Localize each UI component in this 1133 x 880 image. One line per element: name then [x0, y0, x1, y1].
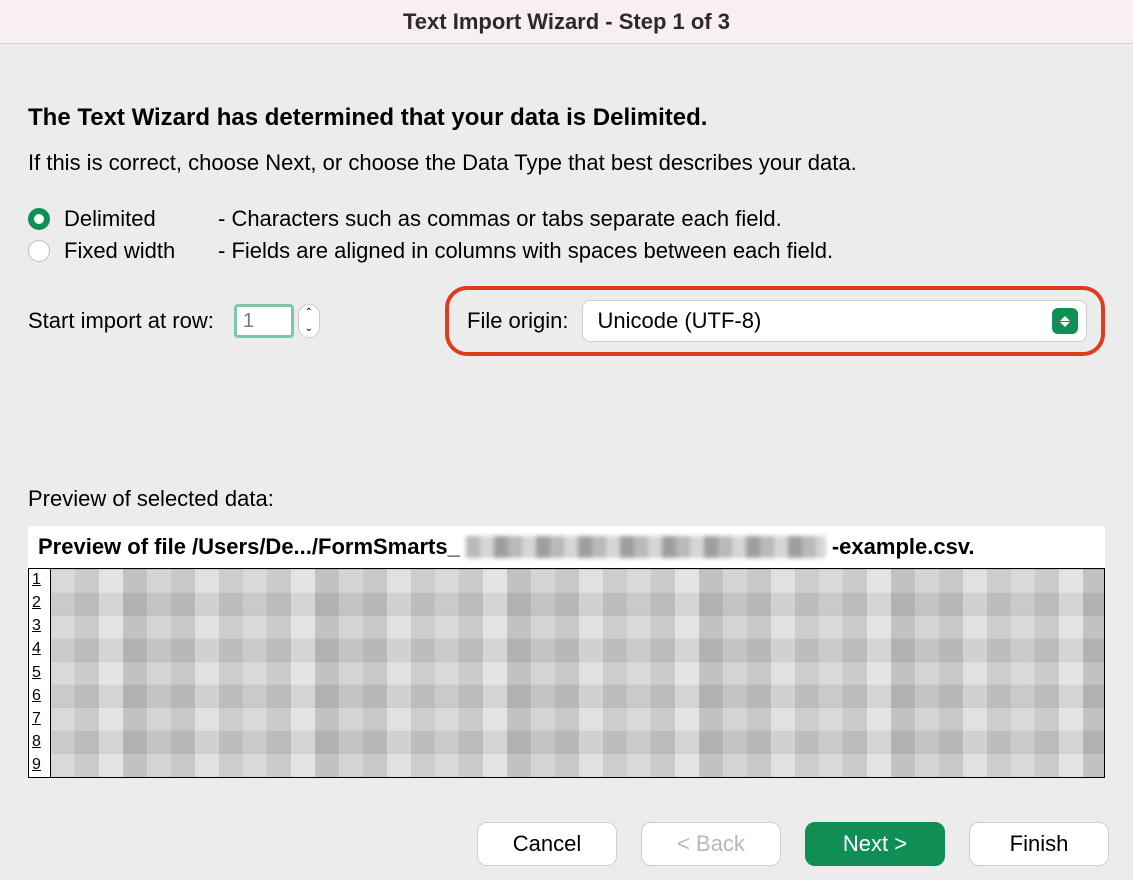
- radio-delimited-label: Delimited: [64, 206, 204, 232]
- next-button[interactable]: Next >: [805, 822, 945, 866]
- radio-fixed-width-desc: - Fields are aligned in columns with spa…: [218, 238, 833, 264]
- row-number: 4: [29, 638, 50, 661]
- window-title: Text Import Wizard - Step 1 of 3: [0, 0, 1133, 44]
- file-origin-value: Unicode (UTF-8): [597, 308, 761, 334]
- radio-delimited-desc: - Characters such as commas or tabs sepa…: [218, 206, 782, 232]
- preview-file-path: Preview of file /Users/De.../FormSmarts_…: [28, 526, 1105, 568]
- back-button: < Back: [641, 822, 781, 866]
- preview-file-prefix: Preview of file /Users/De.../FormSmarts_: [38, 534, 460, 560]
- start-row-input[interactable]: [234, 304, 294, 338]
- file-origin-label: File origin:: [467, 308, 568, 334]
- wizard-heading: The Text Wizard has determined that your…: [28, 104, 1105, 132]
- radio-fixed-width-label: Fixed width: [64, 238, 204, 264]
- row-number: 7: [29, 708, 50, 731]
- stepper-up-icon[interactable]: ⌃: [299, 305, 319, 321]
- row-number: 6: [29, 685, 50, 708]
- preview-label: Preview of selected data:: [28, 486, 1105, 512]
- wizard-subtext: If this is correct, choose Next, or choo…: [28, 150, 1105, 176]
- start-row-stepper[interactable]: ⌃ ⌄: [298, 304, 320, 338]
- finish-button[interactable]: Finish: [969, 822, 1109, 866]
- cancel-button[interactable]: Cancel: [477, 822, 617, 866]
- file-origin-highlight: File origin: Unicode (UTF-8): [445, 286, 1105, 356]
- start-row-label: Start import at row:: [28, 308, 214, 334]
- preview-data-redacted: [51, 569, 1104, 777]
- radio-delimited[interactable]: [28, 208, 50, 230]
- radio-fixed-width[interactable]: [28, 240, 50, 262]
- redacted-region: [466, 536, 826, 558]
- preview-row-numbers: 1 2 3 4 5 6 7 8 9: [29, 569, 51, 777]
- dropdown-chevron-icon: [1052, 308, 1078, 334]
- row-number: 1: [29, 569, 50, 592]
- file-origin-dropdown[interactable]: Unicode (UTF-8): [582, 300, 1087, 342]
- row-number: 3: [29, 615, 50, 638]
- row-number: 9: [29, 754, 50, 777]
- preview-grid[interactable]: 1 2 3 4 5 6 7 8 9: [28, 568, 1105, 778]
- row-number: 2: [29, 592, 50, 615]
- preview-file-suffix: -example.csv.: [832, 534, 975, 560]
- row-number: 8: [29, 731, 50, 754]
- row-number: 5: [29, 661, 50, 684]
- footer-buttons: Cancel < Back Next > Finish: [0, 822, 1133, 866]
- stepper-down-icon[interactable]: ⌄: [299, 321, 319, 337]
